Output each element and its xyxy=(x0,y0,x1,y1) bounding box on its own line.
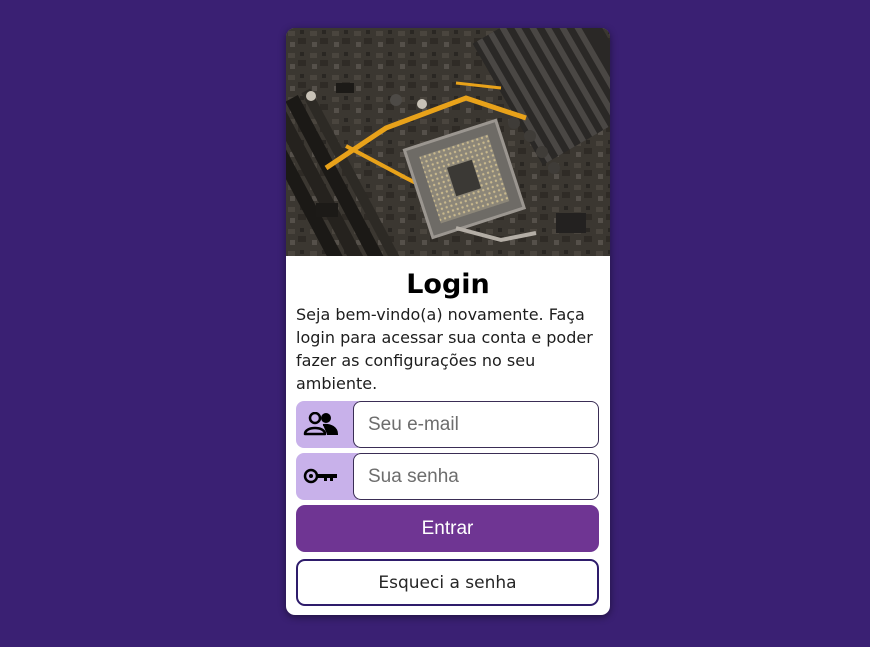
motherboard-illustration xyxy=(286,28,610,256)
email-field-group xyxy=(296,401,599,448)
password-input[interactable] xyxy=(353,453,599,500)
password-icon-box xyxy=(296,453,358,500)
login-button[interactable]: Entrar xyxy=(296,505,599,552)
email-input[interactable] xyxy=(353,401,599,448)
forgot-password-button[interactable]: Esqueci a senha xyxy=(296,559,599,606)
welcome-text: Seja bem-vindo(a) novamente. Faça login … xyxy=(296,305,593,393)
motherboard-photo xyxy=(286,28,610,256)
page-title: Login xyxy=(406,269,490,300)
login-card: Login Seja bem-vindo(a) novamente. Faça … xyxy=(286,28,610,615)
email-icon-box xyxy=(296,401,358,448)
password-field-group xyxy=(296,453,599,500)
